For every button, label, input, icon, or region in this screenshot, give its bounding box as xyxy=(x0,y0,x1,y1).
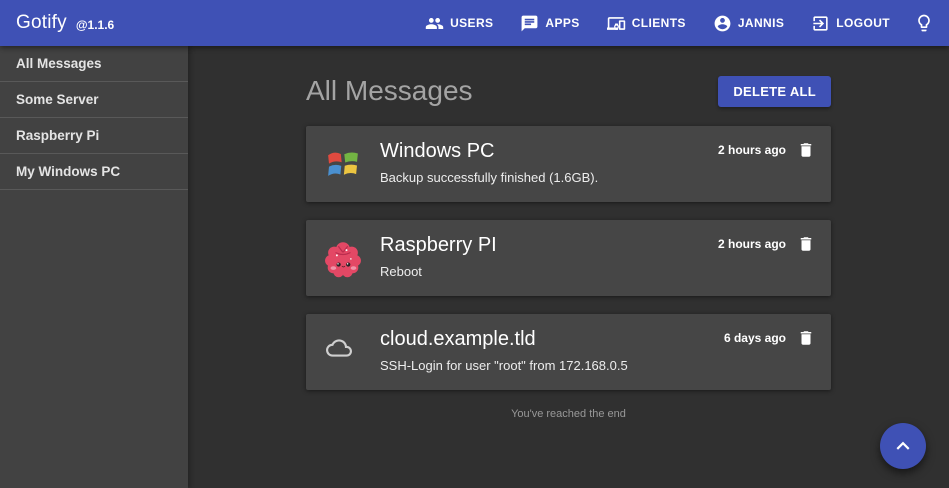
app-header: Gotify @1.1.6 USERS APPS CLIENTS JANNIS … xyxy=(0,0,949,46)
sidebar: All Messages Some Server Raspberry Pi My… xyxy=(0,46,188,488)
scroll-to-top-button[interactable] xyxy=(880,423,926,469)
main-content: All Messages DELETE ALL Win xyxy=(188,46,949,488)
sidebar-item-raspberry-pi[interactable]: Raspberry Pi xyxy=(0,118,188,154)
message-meta: 6 days ago xyxy=(724,325,815,379)
delete-message-button[interactable] xyxy=(797,141,815,159)
cloud-icon xyxy=(322,331,364,373)
message-card-raspberry-pi: Raspberry PI Reboot 2 hours ago xyxy=(306,220,831,296)
header-nav: USERS APPS CLIENTS JANNIS LOGOUT xyxy=(425,14,890,33)
message-list: Windows PC Backup successfully finished … xyxy=(306,126,831,390)
chevron-up-icon xyxy=(890,433,916,459)
nav-users-label: USERS xyxy=(450,16,493,30)
page-body: All Messages Some Server Raspberry Pi My… xyxy=(0,46,949,488)
message-timestamp: 2 hours ago xyxy=(718,141,786,159)
message-text-block: Windows PC Backup successfully finished … xyxy=(380,137,718,191)
people-icon xyxy=(425,14,444,33)
devices-icon xyxy=(607,14,626,33)
nav-logout-label: LOGOUT xyxy=(836,16,890,30)
delete-all-button[interactable]: DELETE ALL xyxy=(718,76,831,107)
message-card-cloud: cloud.example.tld SSH-Login for user "ro… xyxy=(306,314,831,390)
trash-icon xyxy=(797,235,815,253)
nav-clients-label: CLIENTS xyxy=(632,16,686,30)
message-body: SSH-Login for user "root" from 172.168.0… xyxy=(380,358,724,373)
end-of-list-text: You've reached the end xyxy=(306,408,831,420)
nav-apps-label: APPS xyxy=(545,16,579,30)
message-title: cloud.example.tld xyxy=(380,328,724,351)
message-meta: 2 hours ago xyxy=(718,231,815,285)
theme-toggle-button[interactable] xyxy=(914,13,934,33)
message-timestamp: 6 days ago xyxy=(724,329,786,347)
message-title: Raspberry PI xyxy=(380,234,718,257)
account-circle-icon xyxy=(713,14,732,33)
message-text-block: cloud.example.tld SSH-Login for user "ro… xyxy=(380,325,724,379)
messages-container: All Messages DELETE ALL Win xyxy=(306,71,831,420)
nav-account-label: JANNIS xyxy=(738,16,784,30)
nav-clients[interactable]: CLIENTS xyxy=(607,14,686,33)
sidebar-item-label: Some Server xyxy=(16,92,99,107)
sidebar-item-label: My Windows PC xyxy=(16,164,120,179)
trash-icon xyxy=(797,141,815,159)
message-card-windows-pc: Windows PC Backup successfully finished … xyxy=(306,126,831,202)
app-version: @1.1.6 xyxy=(76,18,114,32)
windows-logo-icon xyxy=(322,143,364,185)
message-body: Backup successfully finished (1.6GB). xyxy=(380,170,718,185)
sidebar-item-label: Raspberry Pi xyxy=(16,128,99,143)
nav-users[interactable]: USERS xyxy=(425,14,493,33)
exit-icon xyxy=(811,14,830,33)
sidebar-item-label: All Messages xyxy=(16,56,102,71)
trash-icon xyxy=(797,329,815,347)
message-meta: 2 hours ago xyxy=(718,137,815,191)
nav-user-account[interactable]: JANNIS xyxy=(713,14,784,33)
lightbulb-icon xyxy=(914,13,934,33)
app-title: Gotify xyxy=(16,12,67,34)
raspberry-logo-icon xyxy=(322,237,364,279)
sidebar-item-some-server[interactable]: Some Server xyxy=(0,82,188,118)
title-row: All Messages DELETE ALL xyxy=(306,71,831,111)
chat-icon xyxy=(520,14,539,33)
message-title: Windows PC xyxy=(380,140,718,163)
delete-message-button[interactable] xyxy=(797,235,815,253)
message-body: Reboot xyxy=(380,264,718,279)
sidebar-item-my-windows-pc[interactable]: My Windows PC xyxy=(0,154,188,190)
nav-logout[interactable]: LOGOUT xyxy=(811,14,890,33)
delete-message-button[interactable] xyxy=(797,329,815,347)
message-timestamp: 2 hours ago xyxy=(718,235,786,253)
message-text-block: Raspberry PI Reboot xyxy=(380,231,718,285)
page-title: All Messages xyxy=(306,75,473,107)
nav-apps[interactable]: APPS xyxy=(520,14,579,33)
sidebar-item-all-messages[interactable]: All Messages xyxy=(0,46,188,82)
